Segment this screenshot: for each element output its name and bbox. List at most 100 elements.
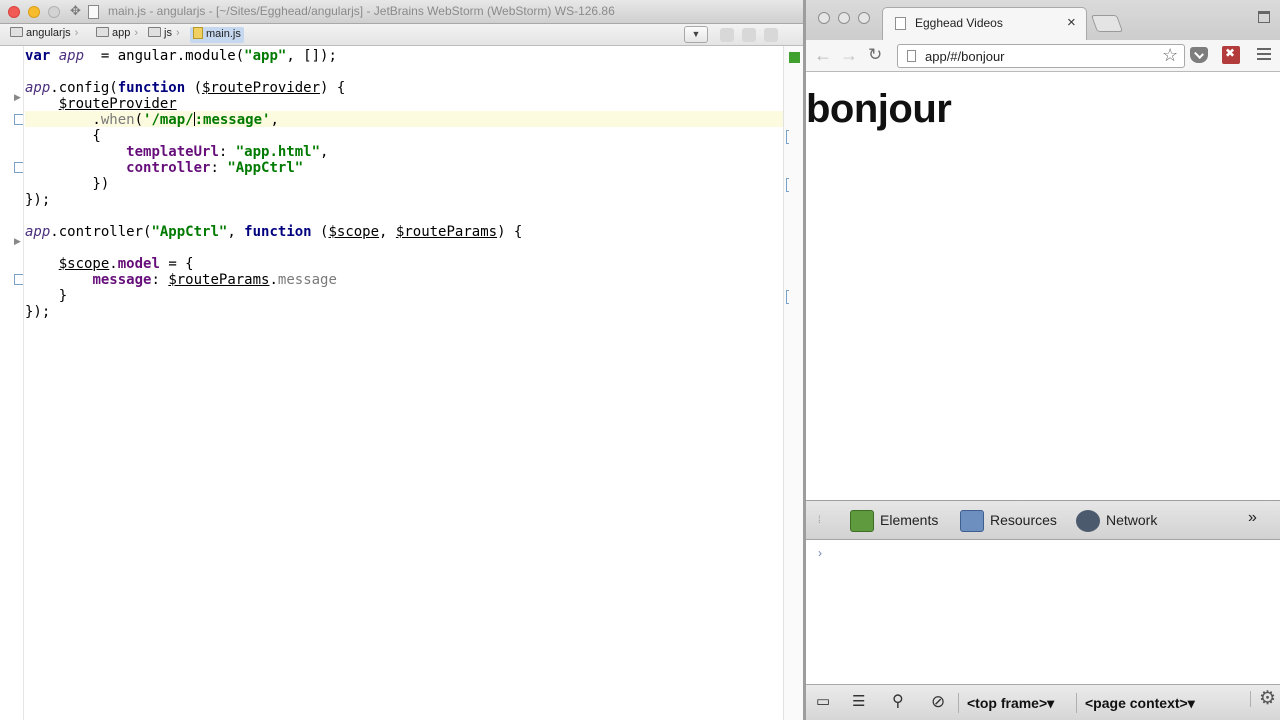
network-icon bbox=[1076, 510, 1100, 533]
code-line[interactable]: } bbox=[25, 288, 67, 304]
code-line[interactable]: app.config(function ($routeProvider) { bbox=[25, 80, 345, 96]
code-token: = { bbox=[159, 256, 194, 272]
code-line[interactable]: $routeProvider bbox=[25, 96, 177, 112]
address-bar[interactable]: app/#/bonjour ☆ bbox=[897, 44, 1185, 68]
code-editor[interactable]: var app = angular.module("app", []); app.… bbox=[25, 46, 783, 720]
back-arrow-icon[interactable]: ← bbox=[814, 45, 832, 65]
code-line[interactable]: .when('/map/:message', bbox=[25, 112, 279, 128]
devtools-status-bar: ▭ ☰ ⚲ ⊘ <top frame>▾ <page context>▾ ⚙ bbox=[806, 684, 1280, 720]
code-token: }); bbox=[25, 192, 51, 208]
tab-egghead-videos[interactable]: Egghead Videos × bbox=[882, 7, 1087, 40]
restore-window-icon[interactable] bbox=[1258, 11, 1270, 23]
fold-marker-icon[interactable] bbox=[14, 114, 23, 125]
new-tab-button[interactable] bbox=[1090, 15, 1124, 32]
breadcrumb-js[interactable]: js › bbox=[148, 27, 180, 43]
zoom-window-button[interactable] bbox=[858, 12, 870, 24]
code-line[interactable]: controller: "AppCtrl" bbox=[25, 160, 303, 176]
fold-marker-icon[interactable] bbox=[14, 162, 23, 173]
minimize-window-button[interactable] bbox=[28, 6, 40, 18]
close-window-button[interactable] bbox=[8, 6, 20, 18]
code-token: app bbox=[25, 80, 51, 96]
code-line[interactable]: $scope.model = { bbox=[25, 256, 194, 272]
clear-console-icon[interactable]: ⊘ bbox=[931, 693, 945, 710]
devtools-toolbar: ⁞ Elements Resources Network » bbox=[806, 500, 1280, 540]
red-extension-icon[interactable] bbox=[1222, 46, 1240, 64]
code-token: , bbox=[227, 224, 245, 240]
code-token: : bbox=[210, 160, 228, 176]
code-line[interactable]: app.controller("AppCtrl", function ($sco… bbox=[25, 224, 522, 240]
code-token: { bbox=[25, 128, 101, 144]
code-line[interactable]: { bbox=[25, 128, 101, 144]
code-token: } bbox=[25, 288, 68, 304]
run-icon[interactable] bbox=[720, 28, 734, 42]
search-icon[interactable]: ⚲ bbox=[892, 694, 904, 710]
fold-marker-icon[interactable] bbox=[14, 274, 23, 285]
devtools-panel: ⁞ Elements Resources Network » › ▭ ☰ ⚲ ⊘… bbox=[806, 500, 1280, 720]
code-token: $routeProvider bbox=[58, 96, 177, 112]
run-config-dropdown[interactable]: ▼ bbox=[684, 26, 708, 43]
context-select[interactable]: <page context>▾ bbox=[1076, 693, 1195, 713]
code-token: $routeParams bbox=[395, 224, 498, 240]
chrome-window: Egghead Videos × ← → ↻ app/#/bonjour ☆ b… bbox=[803, 0, 1280, 720]
code-token: . bbox=[109, 256, 118, 272]
code-token: controller bbox=[126, 160, 211, 176]
code-token: , bbox=[270, 112, 279, 128]
breadcrumb-app[interactable]: app › bbox=[96, 27, 138, 43]
breadcrumb-angularjs[interactable]: angularjs › bbox=[10, 27, 78, 43]
settings-gear-icon[interactable]: ⚙ bbox=[1250, 689, 1276, 708]
fold-arrow-icon[interactable]: ▶ bbox=[14, 92, 21, 103]
show-console-icon[interactable]: ☰ bbox=[852, 694, 865, 710]
pocket-extension-icon[interactable] bbox=[1190, 47, 1208, 63]
scroll-marker bbox=[786, 178, 789, 192]
minimize-window-button[interactable] bbox=[838, 12, 850, 24]
code-token: = angular.module( bbox=[84, 48, 245, 64]
code-token: "app" bbox=[244, 48, 287, 64]
folder-icon bbox=[10, 27, 23, 37]
close-window-button[interactable] bbox=[818, 12, 830, 24]
code-line[interactable]: }); bbox=[25, 304, 50, 320]
webstorm-window: ✥ main.js - angularjs - [~/Sites/Egghead… bbox=[0, 0, 803, 720]
tab-elements[interactable]: Elements bbox=[850, 509, 938, 533]
code-token: : bbox=[151, 272, 169, 288]
fold-arrow-icon[interactable]: ▶ bbox=[14, 236, 21, 247]
chrome-menu-icon[interactable] bbox=[1257, 48, 1271, 60]
code-token: app bbox=[58, 48, 85, 64]
tab-close-icon[interactable]: × bbox=[1067, 14, 1076, 31]
console-area[interactable]: › bbox=[806, 540, 1280, 684]
code-token: , []); bbox=[286, 48, 337, 64]
breadcrumb-main-js[interactable]: main.js bbox=[190, 27, 244, 43]
folder-icon bbox=[96, 27, 109, 37]
debug-icon[interactable] bbox=[742, 28, 756, 42]
tab-network[interactable]: Network bbox=[1076, 509, 1157, 533]
code-token: : bbox=[218, 144, 236, 160]
page-viewport: bonjour bbox=[806, 72, 1280, 500]
frame-select[interactable]: <top frame>▾ bbox=[958, 693, 1054, 713]
editor-scrollbar[interactable] bbox=[783, 46, 803, 720]
drag-handle-icon[interactable]: ⁞ bbox=[818, 515, 821, 526]
code-token: message bbox=[277, 272, 337, 288]
code-line[interactable]: templateUrl: "app.html", bbox=[25, 144, 328, 160]
bookmark-star-icon[interactable]: ☆ bbox=[1162, 45, 1178, 66]
tab-resources[interactable]: Resources bbox=[960, 509, 1057, 533]
page-icon bbox=[907, 50, 916, 62]
code-token: $routeProvider bbox=[202, 80, 321, 96]
reload-icon[interactable]: ↻ bbox=[868, 45, 882, 65]
code-line[interactable]: }) bbox=[25, 176, 109, 192]
forward-arrow-icon[interactable]: → bbox=[840, 45, 858, 65]
code-token: var bbox=[25, 48, 59, 64]
code-line[interactable]: message: $routeParams.message bbox=[25, 272, 337, 288]
code-token: }) bbox=[25, 176, 110, 192]
tab-title: Egghead Videos bbox=[915, 16, 1003, 30]
js-file-icon bbox=[193, 27, 203, 39]
more-tabs-icon[interactable]: » bbox=[1248, 509, 1257, 527]
dock-icon[interactable]: ▭ bbox=[816, 694, 830, 710]
url-text[interactable]: app/#/bonjour bbox=[925, 49, 1005, 64]
code-token: ( bbox=[134, 112, 144, 128]
code-token: , bbox=[379, 224, 396, 240]
code-line[interactable]: }); bbox=[25, 192, 50, 208]
zoom-window-button[interactable] bbox=[48, 6, 60, 18]
toolbar-more-icon[interactable] bbox=[764, 28, 778, 42]
code-line[interactable]: var app = angular.module("app", []); bbox=[25, 48, 337, 64]
